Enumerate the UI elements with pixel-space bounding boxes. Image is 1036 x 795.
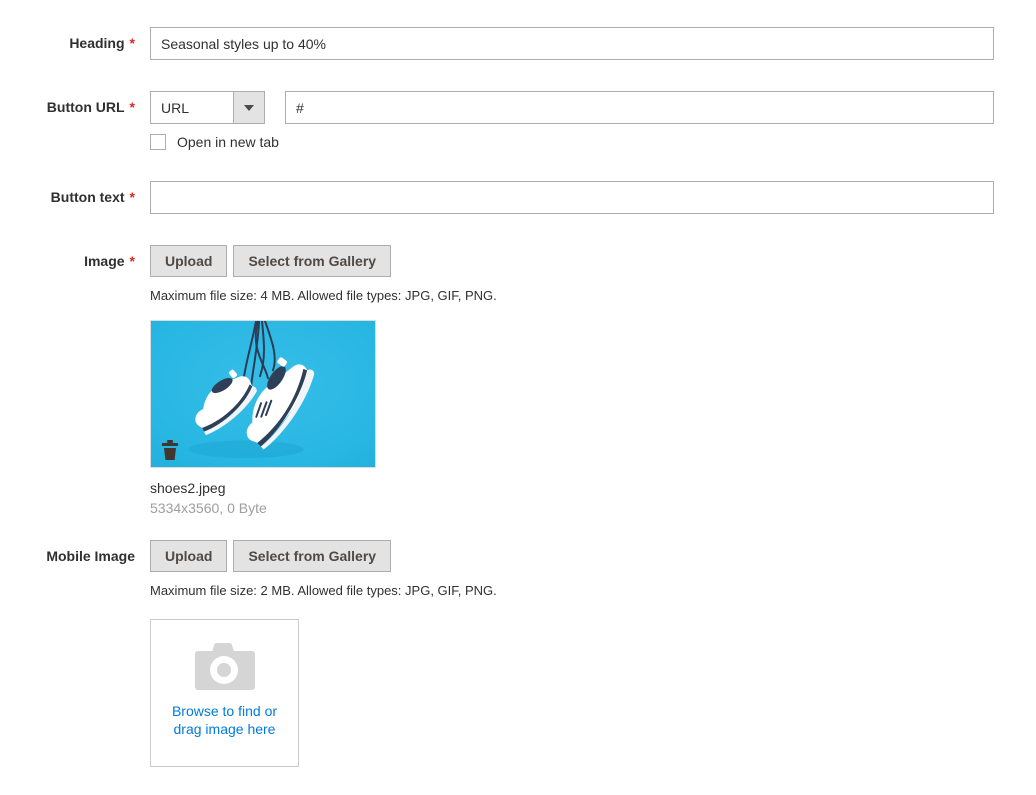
required-asterisk: * [129,35,135,51]
mobile-image-label: Mobile Image [0,540,135,564]
image-upload-button[interactable]: Upload [150,245,228,277]
mobile-image-note: Maximum file size: 2 MB. Allowed file ty… [150,583,497,598]
button-url-label-text: Button URL [46,99,125,115]
dropzone-text-line1: Browse to find or [171,703,278,719]
button-url-label: Button URL * [0,91,135,115]
button-text-input[interactable] [150,181,994,214]
url-type-select[interactable]: URL [150,91,265,124]
image-note: Maximum file size: 4 MB. Allowed file ty… [150,288,497,303]
image-label-text: Image [84,253,125,269]
heading-input[interactable] [150,27,994,60]
required-asterisk: * [129,189,135,205]
dropzone-text-line2: drag image here [173,721,276,737]
image-file-name: shoes2.jpeg [150,480,226,496]
required-asterisk: * [129,253,135,269]
url-type-select-arrow[interactable] [233,92,264,123]
row-button-text: Button text * [0,181,1036,214]
open-new-tab-label[interactable]: Open in new tab [177,134,279,150]
mobile-image-dropzone[interactable]: Browse to find or drag image here [150,619,299,767]
button-text-label: Button text * [0,181,135,205]
mobile-image-label-text: Mobile Image [46,548,135,564]
image-file-meta: 5334x3560, 0 Byte [150,500,267,516]
image-select-gallery-button[interactable]: Select from Gallery [233,245,392,277]
trash-icon[interactable] [161,440,179,460]
content-form: Heading* Button URL* URL Open in new [0,0,1036,795]
heading-label-text: Heading [69,35,125,51]
row-image: Image * Upload Select from Gallery Maximu… [0,245,1036,516]
shoes-photo [151,321,375,467]
button-text-label-text: Button text [50,189,125,205]
heading-label: Heading * [0,27,135,51]
url-type-selected-value: URL [161,99,190,116]
url-input[interactable] [285,91,994,124]
camera-icon [194,643,255,690]
image-preview[interactable] [150,320,376,468]
required-asterisk: * [129,99,135,115]
image-label: Image * [0,245,135,269]
mobile-image-upload-button[interactable]: Upload [150,540,228,572]
row-button-url: Button URL* URL Open in new tab [0,91,1036,150]
mobile-image-select-gallery-button[interactable]: Select from Gallery [233,540,392,572]
row-heading: Heading * [0,27,1036,60]
open-new-tab-checkbox[interactable] [150,134,166,150]
row-mobile-image: Mobile Image Upload Select from Gallery … [0,540,1036,767]
chevron-down-icon [244,104,254,111]
